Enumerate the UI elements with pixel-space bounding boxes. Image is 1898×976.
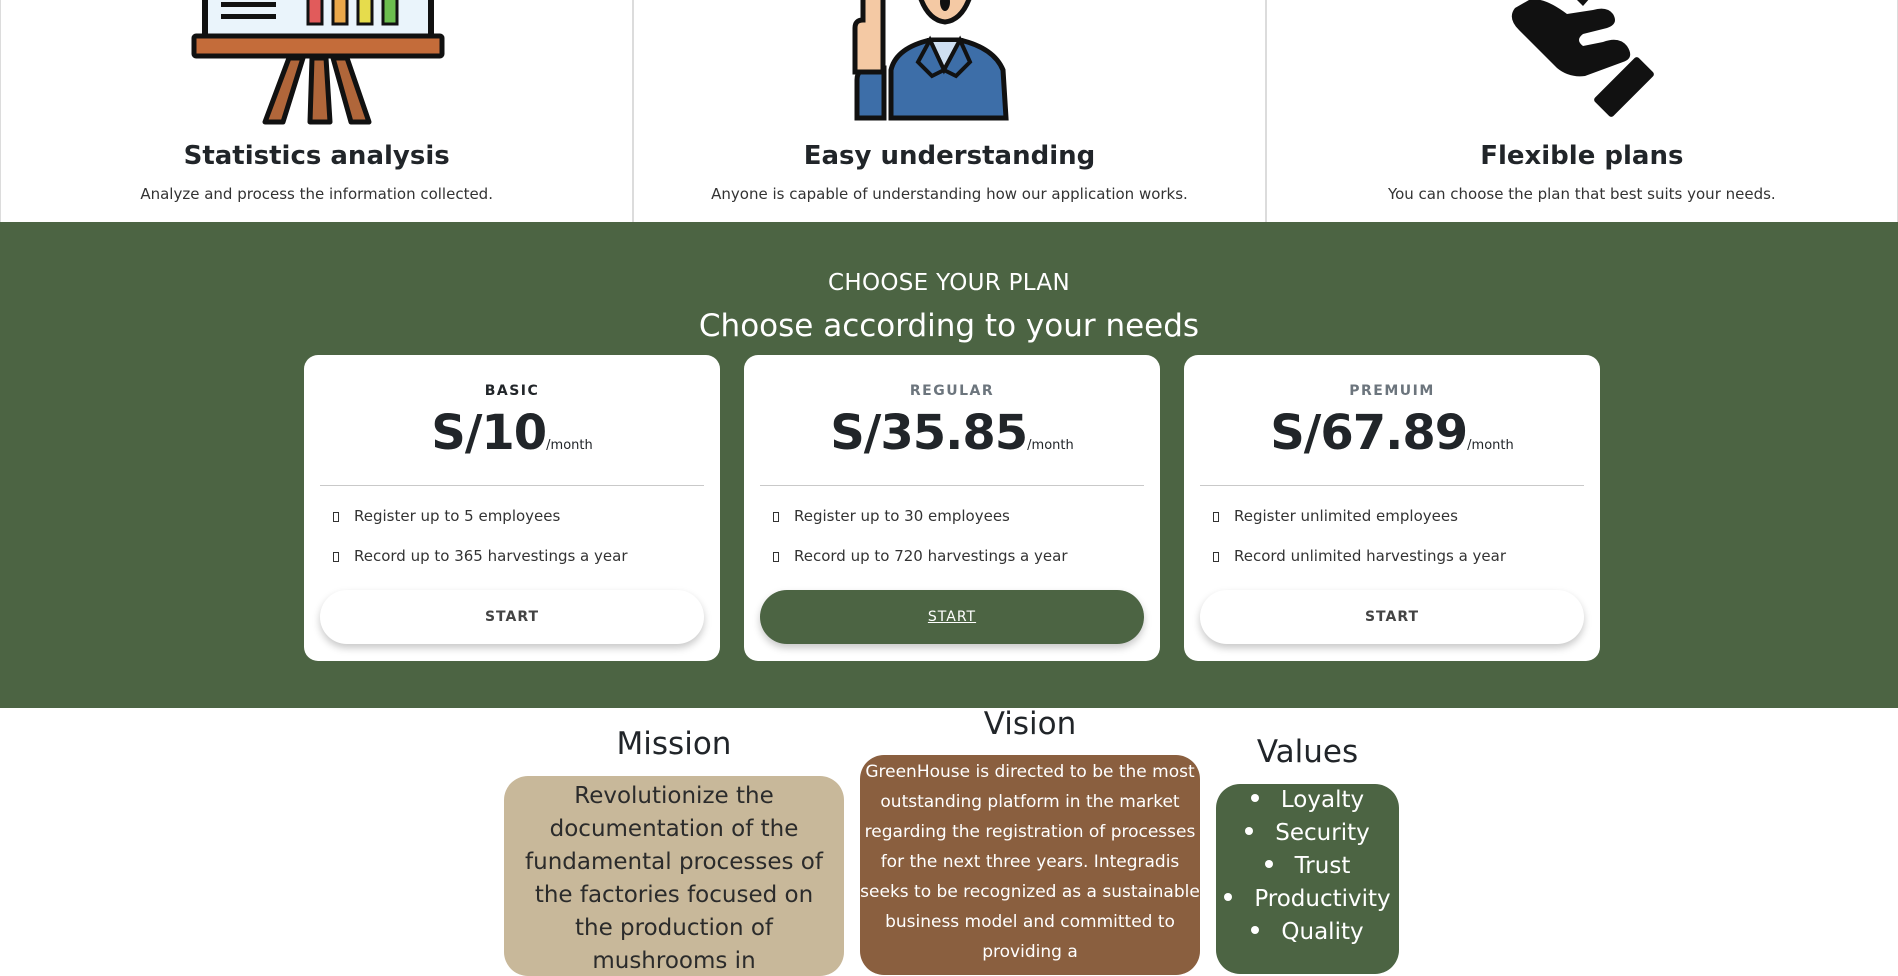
plan-price-period: /month xyxy=(1467,438,1514,453)
plan-card-basic: BASIC S/10/month Register up to 5 employ… xyxy=(304,355,720,661)
plan-feature-item: Register up to 5 employees xyxy=(320,508,704,548)
plan-features: Register up to 5 employees Record up to … xyxy=(320,508,704,588)
plan-feature-item: Record up to 365 harvestings a year xyxy=(320,548,704,588)
plan-features: Register unlimited employees Record unli… xyxy=(1200,508,1584,588)
feature-card-understanding: Easy understanding Anyone is capable of … xyxy=(633,0,1266,222)
vision-box: GreenHouse is directed to be the most ou… xyxy=(860,755,1200,975)
vision-text: GreenHouse is directed to be the most ou… xyxy=(860,762,1200,962)
plan-feature-item: Record up to 720 harvestings a year xyxy=(760,548,1144,588)
start-button-basic[interactable]: START xyxy=(320,590,704,644)
feature-title: Easy understanding xyxy=(803,141,1096,171)
teacher-icon xyxy=(852,0,1009,121)
plan-feature-item: Register up to 30 employees xyxy=(760,508,1144,548)
hand-icon xyxy=(1511,0,1654,117)
plan-name: PREMUIM xyxy=(1349,383,1435,399)
plan-card-regular: REGULAR S/35.85/month Register up to 30 … xyxy=(744,355,1160,661)
start-button-premium[interactable]: START xyxy=(1200,590,1584,644)
check-icon xyxy=(773,512,779,522)
plan-feature-text: Register up to 30 employees xyxy=(794,507,1010,525)
plan-divider xyxy=(320,485,704,486)
mission-text: Revolutionize the documentation of the f… xyxy=(525,783,823,974)
plan-divider xyxy=(1200,485,1584,486)
presentation-board-icon xyxy=(191,0,445,125)
plan-price-period: /month xyxy=(1027,438,1074,453)
mission-title: Mission xyxy=(616,726,732,762)
feature-card-statistics: Statistics analysis Analyze and process … xyxy=(0,0,634,222)
check-icon xyxy=(333,552,339,562)
plans-kicker: CHOOSE YOUR PLAN xyxy=(828,270,1070,296)
plan-feature-item: Register unlimited employees xyxy=(1200,508,1584,548)
values-item: Trust xyxy=(1216,850,1399,883)
plans-title: Choose according to your needs xyxy=(698,308,1200,344)
plan-name: BASIC xyxy=(484,383,540,399)
plan-feature-item: Record unlimited harvestings a year xyxy=(1200,548,1584,588)
plan-card-premium: PREMUIM S/67.89/month Register unlimited… xyxy=(1184,355,1600,661)
feature-card-flexible: Flexible plans You can choose the plan t… xyxy=(1265,0,1898,222)
plan-price-amount: S/35.85 xyxy=(830,405,1028,461)
plans-section: CHOOSE YOUR PLAN Choose according to you… xyxy=(0,222,1898,708)
plan-divider xyxy=(760,485,1144,486)
features-row: Statistics analysis Analyze and process … xyxy=(0,0,1898,222)
check-icon xyxy=(1213,552,1219,562)
values-item: Loyalty xyxy=(1216,784,1399,817)
mission-box: Revolutionize the documentation of the f… xyxy=(504,776,844,976)
values-list: Loyalty Security Trust Productivity Qual… xyxy=(1216,784,1399,949)
values-item-text: Loyalty xyxy=(1280,787,1365,813)
plan-price-amount: S/10 xyxy=(431,405,547,461)
values-item-text: Trust xyxy=(1294,853,1351,879)
plan-feature-text: Record unlimited harvestings a year xyxy=(1234,547,1506,565)
plan-features: Register up to 30 employees Record up to… xyxy=(760,508,1144,588)
values-item: Productivity xyxy=(1216,883,1399,916)
plan-price-amount: S/67.89 xyxy=(1270,405,1468,461)
values-item: Quality xyxy=(1216,916,1399,949)
bullet-icon xyxy=(1245,826,1254,835)
plan-feature-text: Record up to 365 harvestings a year xyxy=(354,547,628,565)
values-item: Security xyxy=(1216,817,1399,850)
values-title: Values xyxy=(1256,734,1359,770)
check-icon xyxy=(1213,512,1219,522)
values-box: Loyalty Security Trust Productivity Qual… xyxy=(1216,784,1399,974)
plan-feature-text: Record up to 720 harvestings a year xyxy=(794,547,1068,565)
check-icon xyxy=(773,552,779,562)
feature-title: Statistics analysis xyxy=(183,141,450,171)
feature-description: Analyze and process the information coll… xyxy=(140,185,493,203)
feature-description: Anyone is capable of understanding how o… xyxy=(711,185,1188,203)
plan-price: S/67.89/month xyxy=(1184,405,1600,461)
values-item-text: Productivity xyxy=(1254,886,1391,912)
feature-description: You can choose the plan that best suits … xyxy=(1387,185,1776,203)
plan-price: S/10/month xyxy=(304,405,720,461)
plan-price: S/35.85/month xyxy=(744,405,1160,461)
plan-feature-text: Register up to 5 employees xyxy=(354,507,561,525)
bullet-icon xyxy=(1224,892,1233,901)
start-button-regular[interactable]: START xyxy=(760,590,1144,644)
plan-price-period: /month xyxy=(546,438,593,453)
feature-title: Flexible plans xyxy=(1480,141,1684,171)
bullet-icon xyxy=(1250,793,1259,802)
bullet-icon xyxy=(1264,859,1273,868)
vision-title: Vision xyxy=(983,706,1077,742)
values-item-text: Security xyxy=(1275,820,1370,846)
plan-name: REGULAR xyxy=(909,383,995,399)
plan-feature-text: Register unlimited employees xyxy=(1234,507,1458,525)
values-item-text: Quality xyxy=(1281,919,1364,945)
check-icon xyxy=(333,512,339,522)
